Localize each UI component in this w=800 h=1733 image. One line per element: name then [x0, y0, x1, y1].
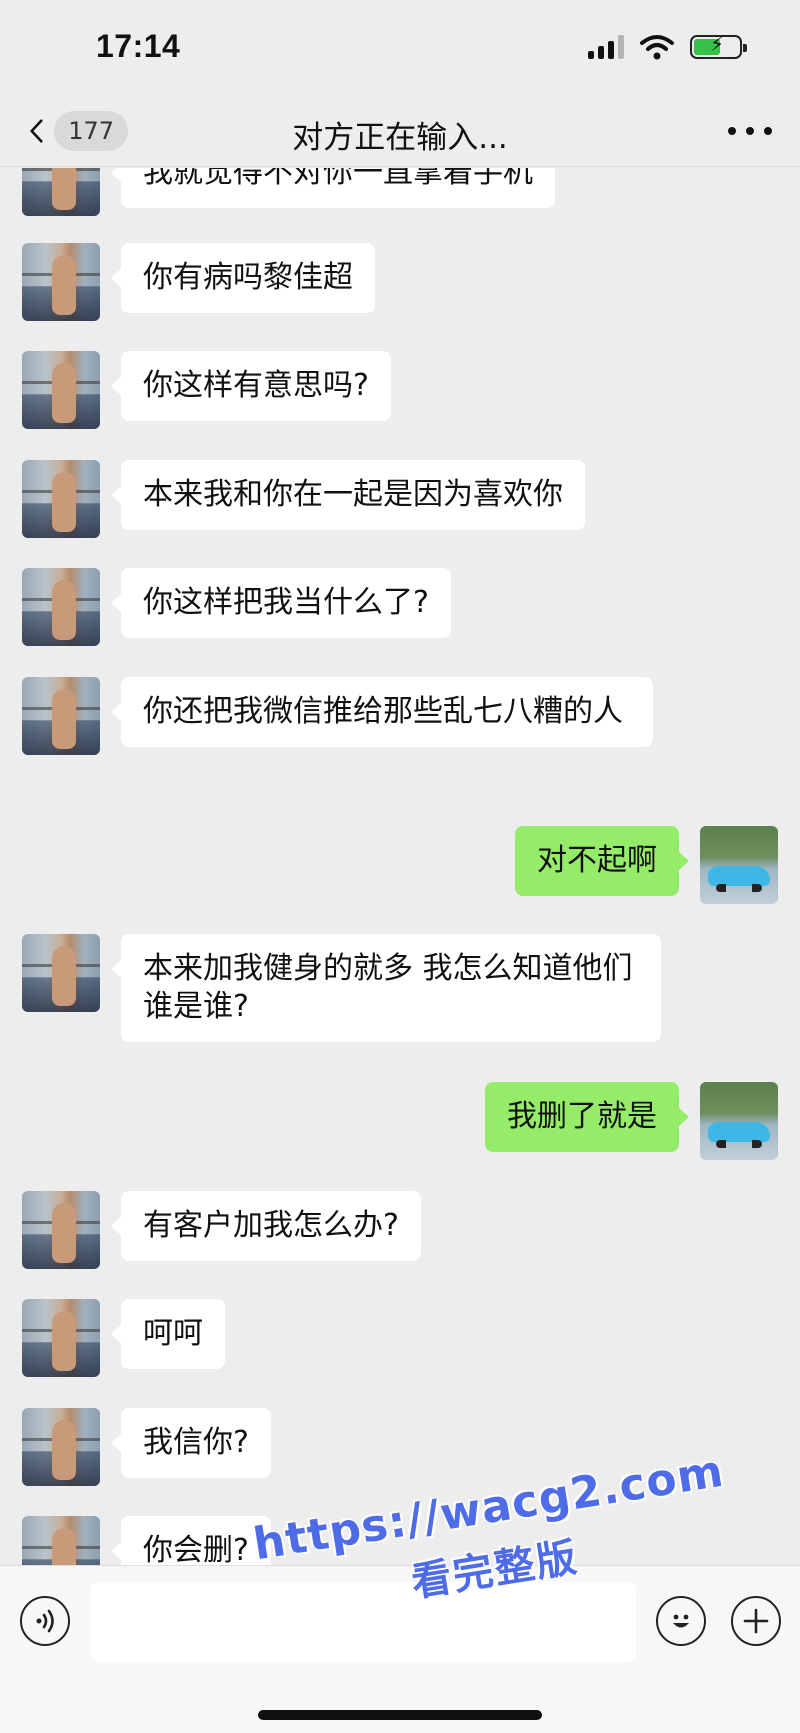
- received-message-bubble[interactable]: 我就觉得不对你一直拿着手机: [111, 168, 555, 208]
- received-message-bubble[interactable]: 你这样有意思吗?: [111, 351, 391, 421]
- chat-message-list[interactable]: 我就觉得不对你一直拿着手机 你有病吗黎佳超 你这样有意思吗? 本来我和你在一起是…: [0, 168, 800, 1565]
- received-message-bubble[interactable]: 你有病吗黎佳超: [111, 243, 375, 313]
- battery-icon: ⚡: [690, 32, 747, 59]
- more-functions-button[interactable]: [731, 1596, 781, 1646]
- message-row: 有客户加我怎么办?: [0, 1191, 800, 1269]
- sent-message-bubble[interactable]: 我删了就是: [485, 1082, 689, 1152]
- message-row: 你这样把我当什么了?: [0, 568, 800, 646]
- contact-avatar[interactable]: [22, 1191, 100, 1269]
- message-row: 我信你?: [0, 1408, 800, 1486]
- more-icon: [728, 127, 736, 135]
- contact-avatar[interactable]: [22, 351, 100, 429]
- emoji-button[interactable]: [656, 1596, 706, 1646]
- contact-avatar[interactable]: [22, 934, 100, 1012]
- home-indicator: [258, 1710, 542, 1720]
- contact-avatar[interactable]: [22, 1299, 100, 1377]
- message-row: 你有病吗黎佳超: [0, 243, 800, 321]
- message-row: 本来我和你在一起是因为喜欢你: [0, 460, 800, 538]
- received-message-bubble[interactable]: 有客户加我怎么办?: [111, 1191, 421, 1261]
- message-input-bar: [0, 1565, 800, 1733]
- contact-avatar[interactable]: [22, 168, 100, 216]
- my-avatar[interactable]: [700, 1082, 778, 1160]
- sent-message-bubble[interactable]: 对不起啊: [515, 826, 689, 896]
- my-avatar[interactable]: [700, 826, 778, 904]
- message-row: 我就觉得不对你一直拿着手机: [0, 168, 800, 228]
- message-text-input[interactable]: [90, 1582, 636, 1662]
- received-message-bubble[interactable]: 你会删?: [111, 1516, 271, 1565]
- contact-avatar[interactable]: [22, 1408, 100, 1486]
- chat-title: 对方正在输入...: [292, 120, 508, 156]
- received-message-bubble[interactable]: 本来加我健身的就多 我怎么知道他们谁是谁?: [111, 934, 661, 1042]
- received-message-bubble[interactable]: 我信你?: [111, 1408, 271, 1478]
- voice-icon: [36, 1609, 54, 1633]
- signal-icon: [588, 35, 624, 59]
- status-bar: 17:14 ⚡: [0, 0, 800, 95]
- more-options-button[interactable]: [728, 121, 772, 141]
- emoji-icon: [673, 1614, 689, 1628]
- status-time: 17:14: [96, 28, 181, 64]
- contact-avatar[interactable]: [22, 460, 100, 538]
- contact-avatar[interactable]: [22, 568, 100, 646]
- status-icons: ⚡: [588, 32, 747, 62]
- message-row: 你还把我微信推给那些乱七八糟的人: [0, 677, 800, 793]
- contact-avatar[interactable]: [22, 1516, 100, 1565]
- received-message-bubble[interactable]: 本来我和你在一起是因为喜欢你: [111, 460, 585, 530]
- received-message-bubble[interactable]: 你还把我微信推给那些乱七八糟的人: [111, 677, 653, 747]
- contact-avatar[interactable]: [22, 243, 100, 321]
- message-row: 呵呵: [0, 1299, 800, 1377]
- received-message-bubble[interactable]: 呵呵: [111, 1299, 225, 1369]
- plus-icon: [743, 1608, 769, 1634]
- message-row: 本来加我健身的就多 我怎么知道他们谁是谁?: [0, 934, 800, 1050]
- contact-avatar[interactable]: [22, 677, 100, 755]
- received-message-bubble[interactable]: 你这样把我当什么了?: [111, 568, 451, 638]
- message-row: 你这样有意思吗?: [0, 351, 800, 429]
- chat-header: 177 对方正在输入...: [0, 95, 800, 167]
- message-row: 你会删?: [0, 1516, 800, 1565]
- voice-input-button[interactable]: [20, 1596, 70, 1646]
- message-row: 对不起啊: [0, 826, 800, 904]
- wifi-icon: [640, 35, 674, 60]
- message-row: 我删了就是: [0, 1082, 800, 1160]
